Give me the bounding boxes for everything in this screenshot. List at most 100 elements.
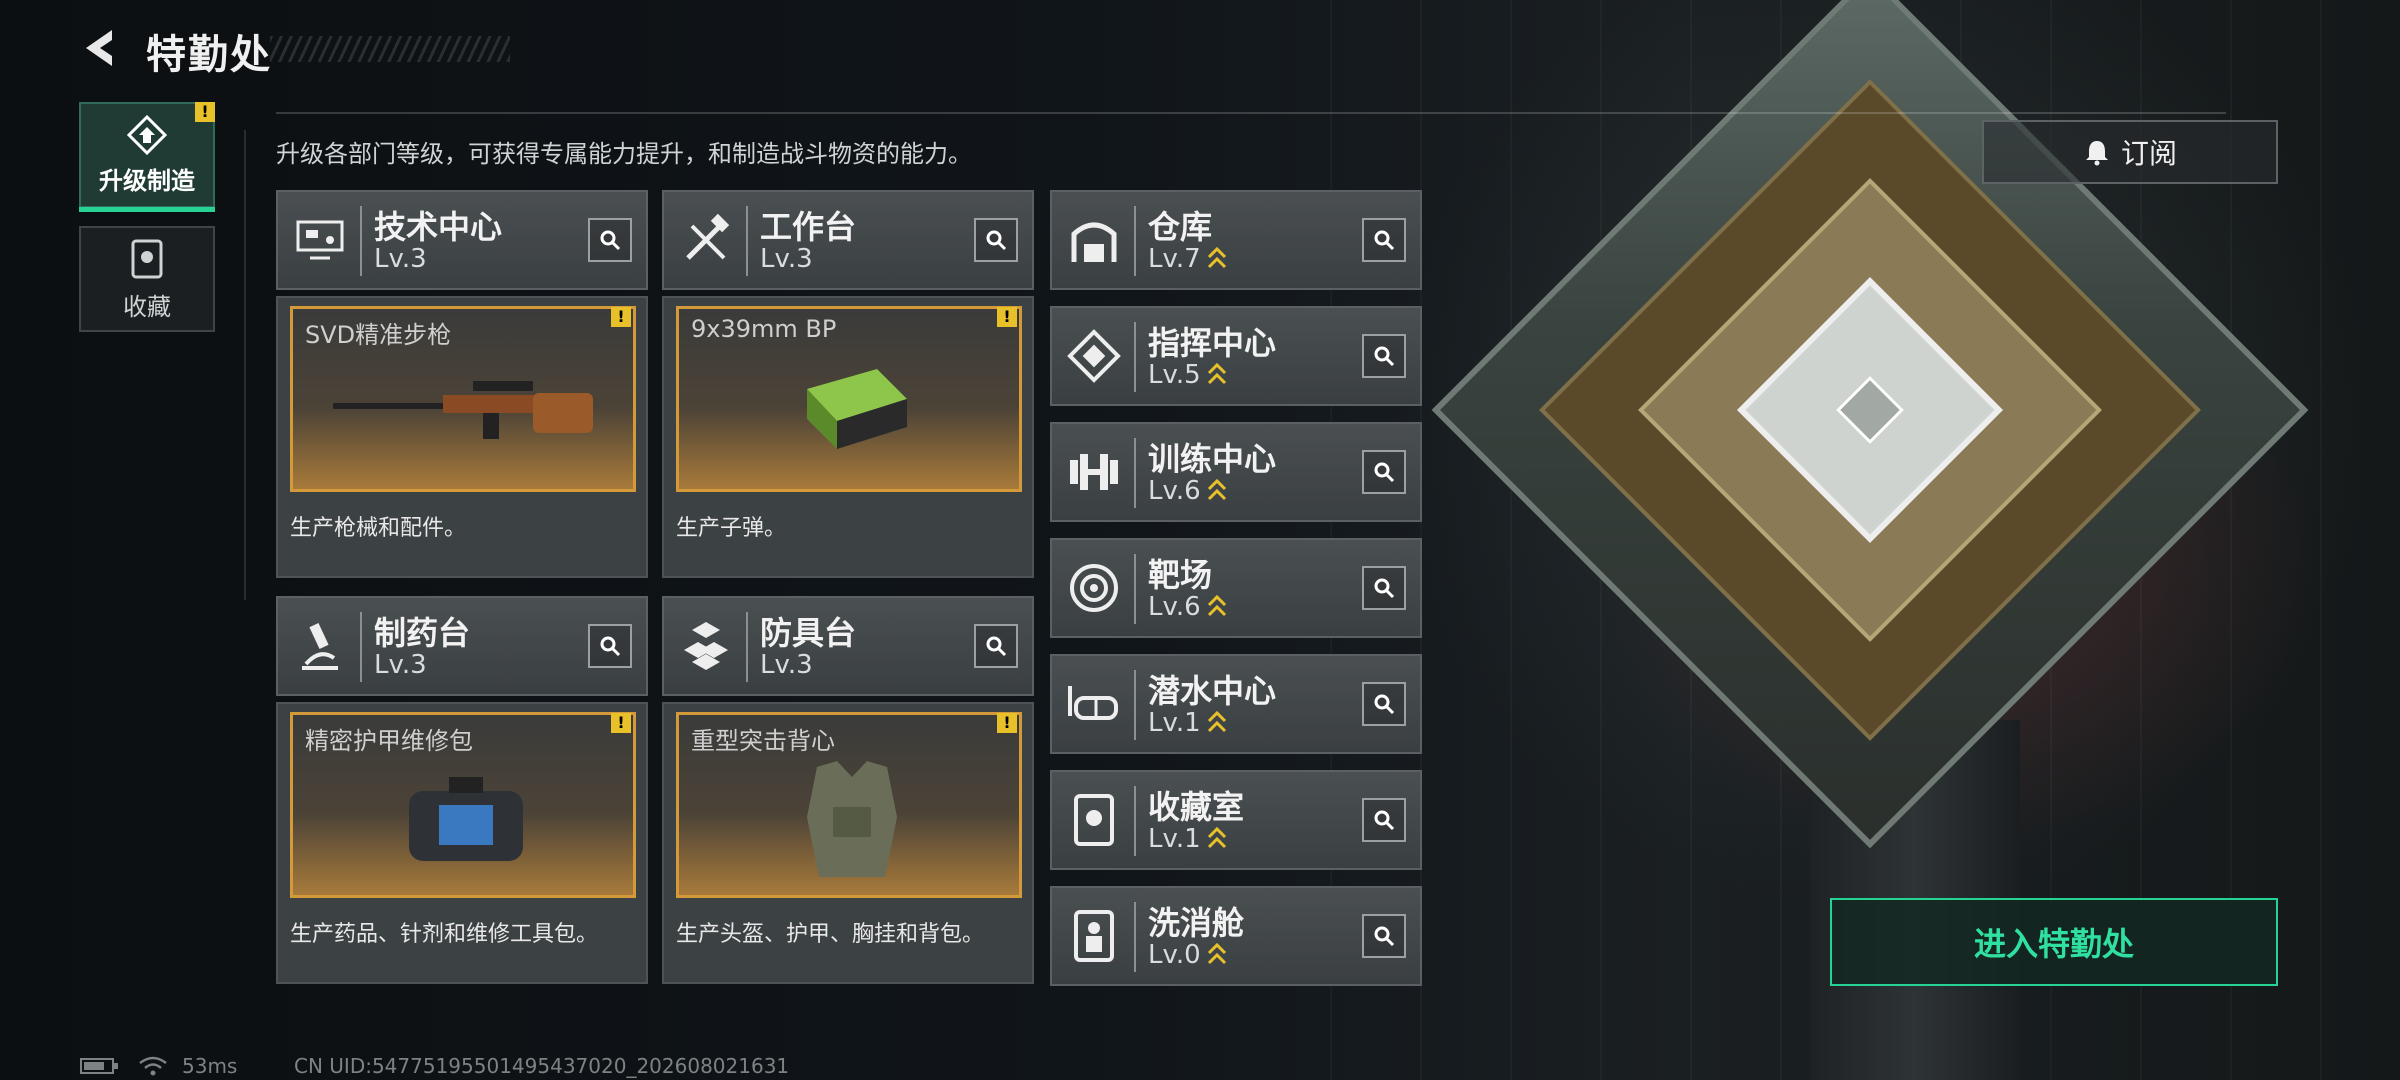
department-level-row: Lv.1 <box>1148 824 1227 854</box>
search-button[interactable] <box>1362 682 1406 726</box>
search-button[interactable] <box>1362 218 1406 262</box>
boxes-icon <box>684 622 728 670</box>
dumbbell-icon <box>1070 454 1118 490</box>
tab-collection[interactable]: 收藏 <box>79 226 215 332</box>
subscribe-button[interactable]: 订阅 <box>1982 120 2278 184</box>
collection-icon <box>131 239 163 278</box>
command-icon <box>1067 329 1121 383</box>
search-button[interactable] <box>1362 798 1406 842</box>
department-level: Lv.6 <box>1148 476 1201 506</box>
target-icon <box>1070 564 1118 612</box>
diving-mask-icon <box>1068 686 1118 720</box>
search-button[interactable] <box>974 218 1018 262</box>
product-slot-repair-kit[interactable]: 精密护甲维修包 ! <box>290 712 636 898</box>
upgrade-chevron-icon <box>1207 246 1226 269</box>
ammo-box-icon <box>807 369 907 449</box>
ping-value: 53ms <box>182 1054 238 1078</box>
search-button[interactable] <box>1362 566 1406 610</box>
department-name: 靶场 <box>1148 556 1213 594</box>
separator <box>1134 322 1136 392</box>
department-level-row: Lv.1 <box>1148 708 1227 738</box>
warning-badge: ! <box>611 307 631 327</box>
repair-kit-icon <box>409 777 523 861</box>
department-card[interactable]: 指挥中心 Lv.5 <box>1050 306 1422 406</box>
status-bar: 53ms <box>80 1054 237 1078</box>
department-card[interactable]: 收藏室 Lv.1 <box>1050 770 1422 870</box>
workshop-header-pharmacy[interactable]: 制药台 Lv.3 <box>276 596 648 696</box>
department-name: 收藏室 <box>1148 788 1245 826</box>
workshop-level: Lv.3 <box>374 244 427 274</box>
warning-badge: ! <box>195 102 215 122</box>
warehouse-icon <box>1071 222 1117 262</box>
separator <box>360 612 362 682</box>
product-slot-svd[interactable]: SVD精准步枪 ! <box>290 306 636 492</box>
enter-special-ops-button[interactable]: 进入特勤处 <box>1830 898 2278 986</box>
divider <box>276 112 2226 114</box>
product-description: 生产枪械和配件。 <box>290 516 467 541</box>
divider <box>244 130 246 600</box>
upgrade-chevron-icon <box>1207 594 1226 617</box>
department-level: Lv.6 <box>1148 592 1201 622</box>
search-icon <box>600 636 621 657</box>
product-description: 生产头盔、护甲、胸挂和背包。 <box>676 922 985 947</box>
separator <box>1134 786 1136 856</box>
separator <box>1134 438 1136 508</box>
separator <box>1134 902 1136 972</box>
department-level: Lv.7 <box>1148 244 1201 274</box>
department-level-row: Lv.6 <box>1148 592 1227 622</box>
department-level-row: Lv.6 <box>1148 476 1227 506</box>
department-card[interactable]: 洗消舱 Lv.0 <box>1050 886 1422 986</box>
collection-icon <box>1074 794 1114 846</box>
search-icon <box>1374 694 1395 715</box>
user-uid: CN UID:5477519550149543​7020_20260802163… <box>294 1054 790 1078</box>
workshop-header-workbench[interactable]: 工作台 Lv.3 <box>662 190 1034 290</box>
battery-icon <box>80 1058 118 1074</box>
product-slot-ammo[interactable]: 9x39mm BP ! <box>676 306 1022 492</box>
workshop-name: 制药台 <box>374 614 471 652</box>
search-button[interactable] <box>588 624 632 668</box>
search-icon <box>1374 346 1395 367</box>
department-level-row: Lv.7 <box>1148 244 1227 274</box>
upgrade-chevron-icon <box>1207 362 1226 385</box>
workshop-header-tech-center[interactable]: 技术中心 Lv.3 <box>276 190 648 290</box>
separator <box>1134 670 1136 740</box>
department-card[interactable]: 仓库 Lv.7 <box>1050 190 1422 290</box>
warning-badge: ! <box>997 307 1017 327</box>
search-button[interactable] <box>588 218 632 262</box>
page-description: 升级各部门等级，可获得专属能力提升，和制造战斗物资的能力。 <box>276 140 972 168</box>
search-button[interactable] <box>1362 450 1406 494</box>
department-level-row: Lv.5 <box>1148 360 1227 390</box>
department-level: Lv.1 <box>1148 708 1201 738</box>
tab-label: 收藏 <box>123 292 171 321</box>
department-card[interactable]: 训练中心 Lv.6 <box>1050 422 1422 522</box>
workshop-level: Lv.3 <box>374 650 427 680</box>
workshop-header-armor[interactable]: 防具台 Lv.3 <box>662 596 1034 696</box>
decontamination-icon <box>1074 910 1114 962</box>
product-slot-vest[interactable]: 重型突击背心 ! <box>676 712 1022 898</box>
wifi-icon <box>139 1056 167 1076</box>
department-card[interactable]: 靶场 Lv.6 <box>1050 538 1422 638</box>
tab-upgrade-craft[interactable]: 升级制造 ! <box>79 102 215 212</box>
back-arrow-icon[interactable] <box>78 26 122 70</box>
upgrade-chevron-icon <box>1207 710 1226 733</box>
search-icon <box>600 230 621 251</box>
upgrade-icon <box>126 114 168 155</box>
bell-icon <box>2085 141 2108 166</box>
search-icon <box>1374 230 1395 251</box>
product-card: 9x39mm BP ! 生产子弹。 <box>662 296 1034 578</box>
search-icon <box>1374 810 1395 831</box>
product-name: 重型突击背心 <box>691 727 835 755</box>
page-title: 特勤处 <box>146 32 272 78</box>
vest-icon <box>807 761 897 877</box>
upgrade-chevron-icon <box>1207 478 1226 501</box>
search-icon <box>986 636 1007 657</box>
product-card: SVD精准步枪 ! 生产枪械和配件。 <box>276 296 648 578</box>
tab-label: 升级制造 <box>99 166 195 195</box>
separator <box>360 206 362 276</box>
department-card[interactable]: 潜水中心 Lv.1 <box>1050 654 1422 754</box>
search-button[interactable] <box>974 624 1018 668</box>
product-description: 生产子弹。 <box>676 516 787 541</box>
warning-badge: ! <box>997 713 1017 733</box>
search-button[interactable] <box>1362 914 1406 958</box>
search-button[interactable] <box>1362 334 1406 378</box>
